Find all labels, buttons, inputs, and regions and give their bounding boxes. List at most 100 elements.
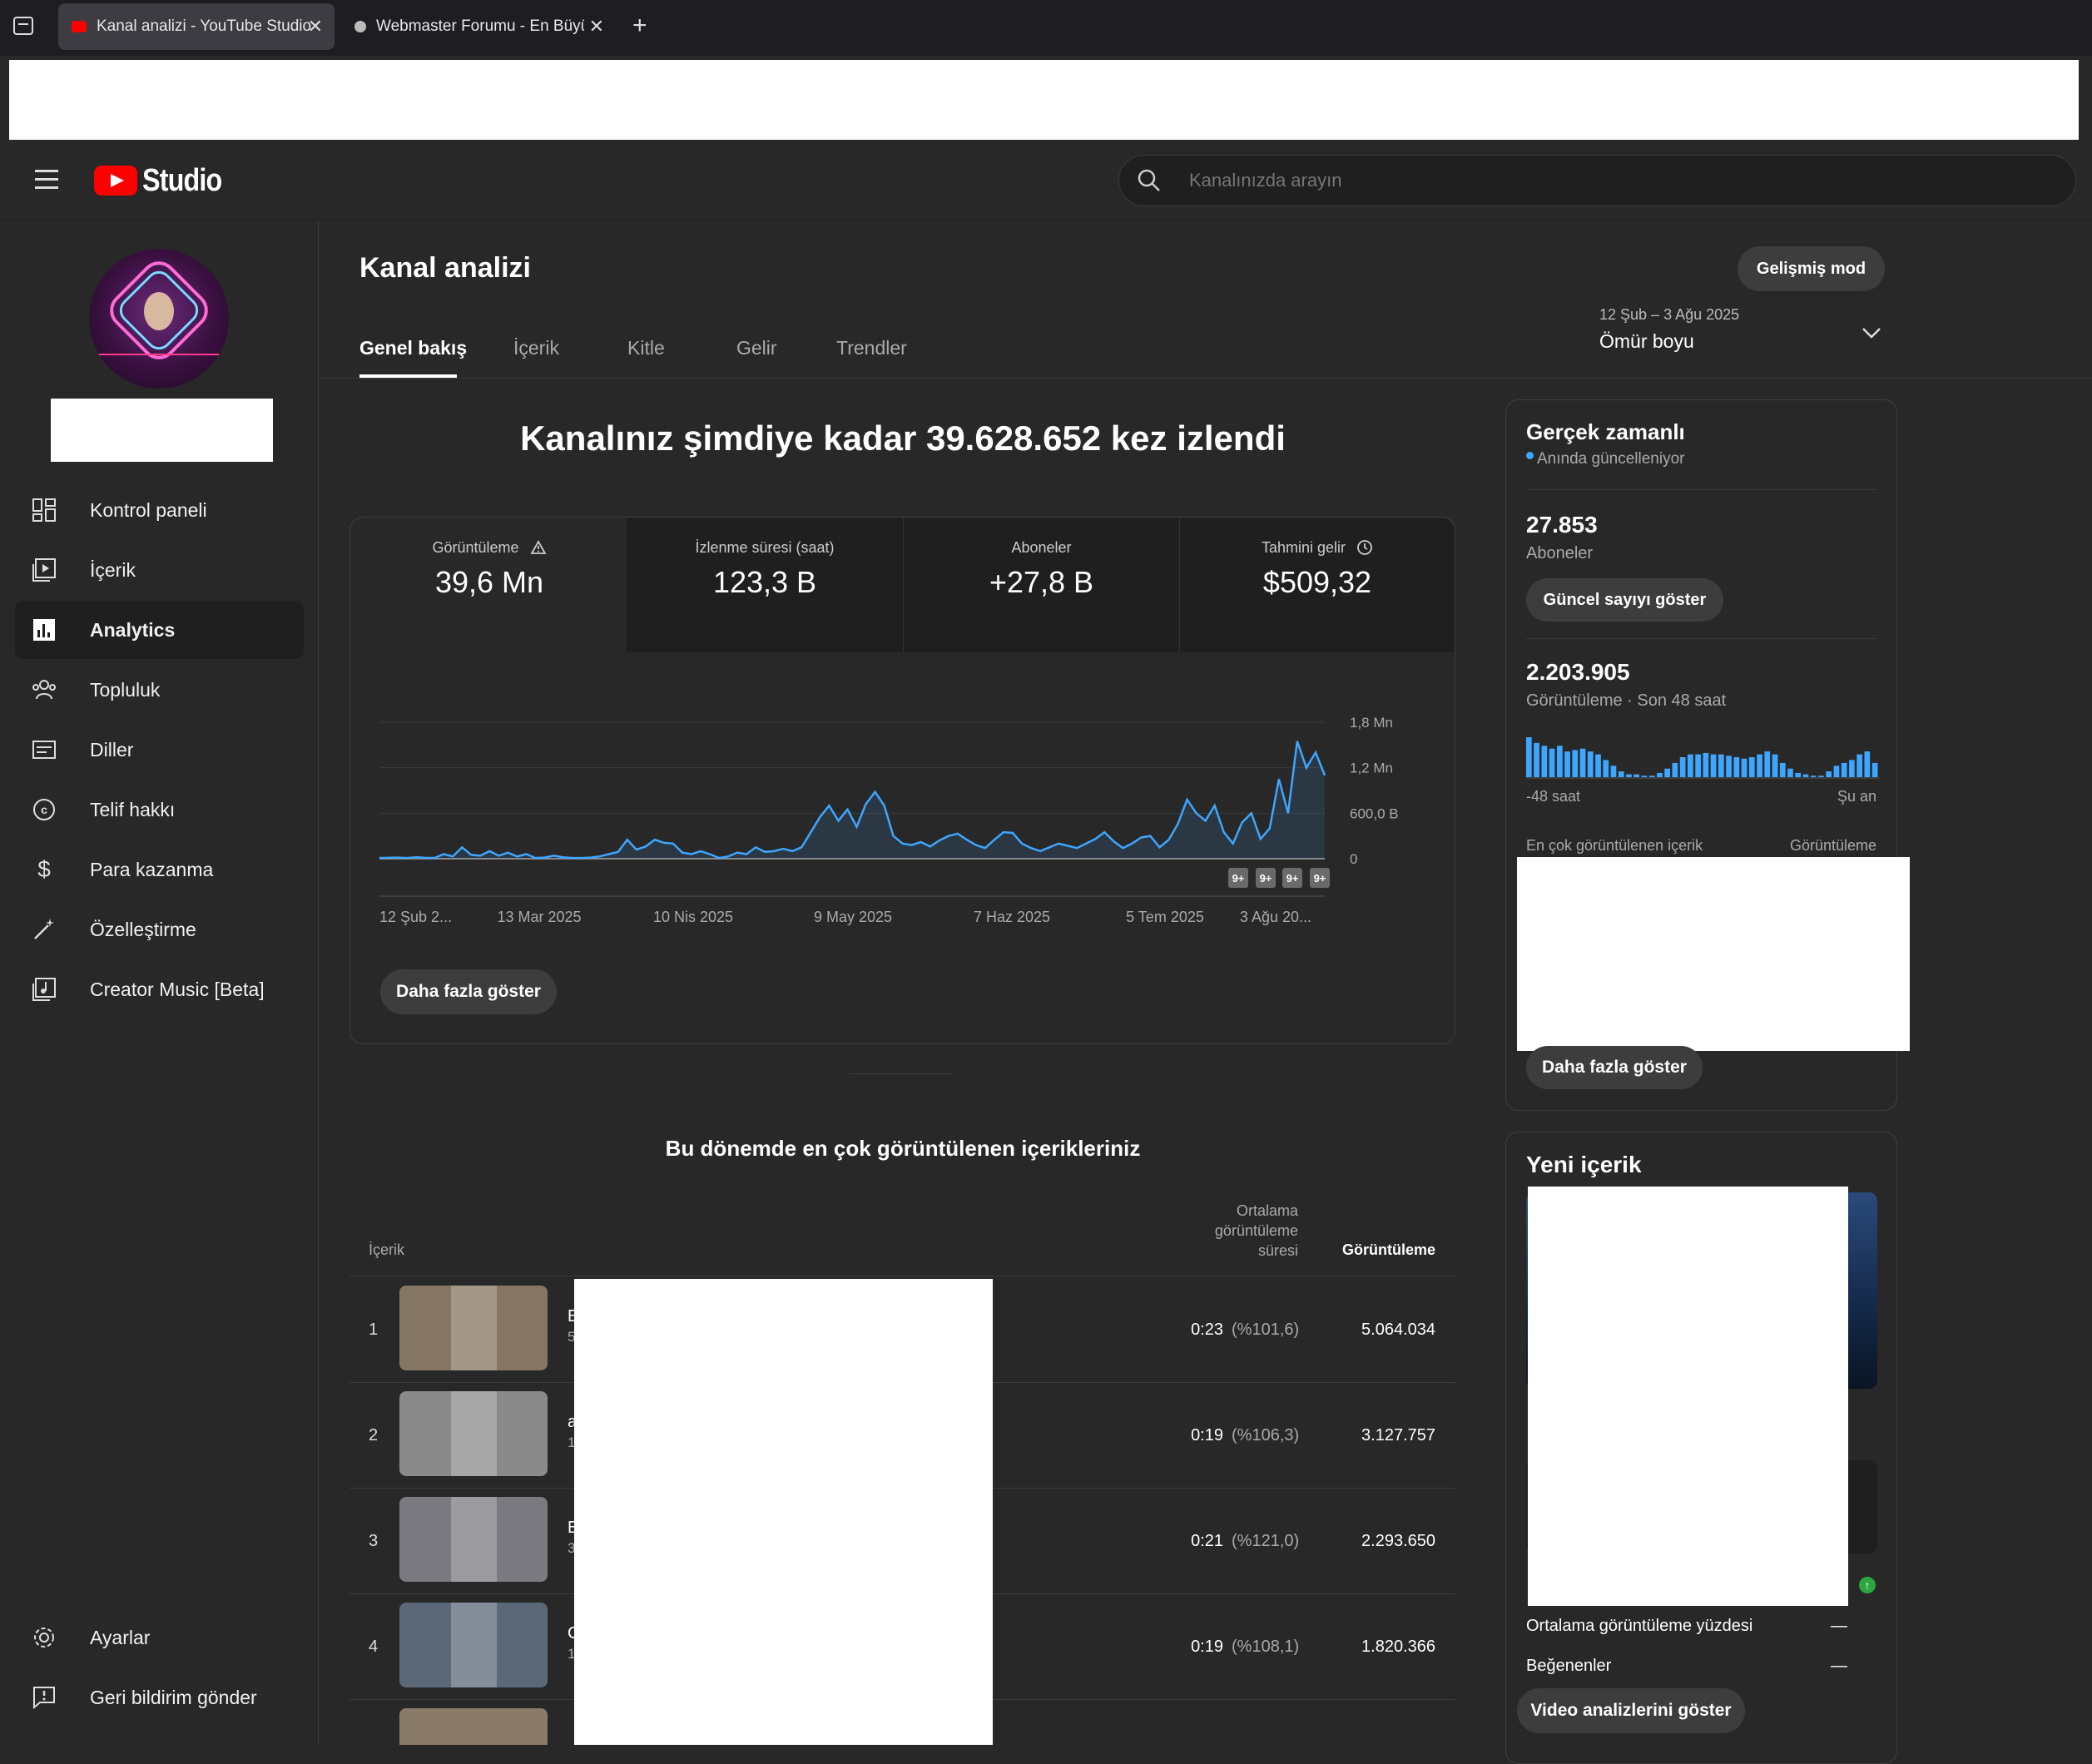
- sidebar-item-customization[interactable]: Özelleştirme: [15, 900, 304, 959]
- sidebar-item-copyright[interactable]: c Telif hakkı: [15, 780, 304, 839]
- realtime-bar[interactable]: [1672, 762, 1678, 777]
- tab-actions-icon[interactable]: [13, 17, 33, 35]
- realtime-bar[interactable]: [1664, 768, 1670, 777]
- realtime-bar[interactable]: [1772, 754, 1778, 777]
- browser-tab-studio[interactable]: Kanal analizi - YouTube Studio ✕: [58, 3, 335, 50]
- realtime-bar[interactable]: [1849, 760, 1855, 777]
- show-video-analytics-button[interactable]: Video analizlerini göster: [1517, 1688, 1745, 1733]
- upload-badge[interactable]: 9+: [1256, 868, 1276, 888]
- video-thumbnail[interactable]: [399, 1708, 548, 1745]
- realtime-bar[interactable]: [1871, 762, 1878, 777]
- realtime-bar[interactable]: [1864, 751, 1871, 777]
- realtime-show-more-button[interactable]: Daha fazla göster: [1526, 1046, 1703, 1089]
- realtime-bar[interactable]: [1657, 772, 1663, 777]
- sidebar-item-dashboard[interactable]: Kontrol paneli: [15, 481, 304, 539]
- realtime-bar[interactable]: [1695, 754, 1701, 777]
- chevron-down-icon: [1862, 328, 1881, 339]
- browser-tab-forum[interactable]: Webmaster Forumu - En Büyük ✕: [341, 3, 616, 50]
- sidebar-item-languages[interactable]: Diller: [15, 721, 304, 779]
- realtime-bar[interactable]: [1557, 746, 1563, 777]
- realtime-bar[interactable]: [1733, 757, 1740, 777]
- show-more-button[interactable]: Daha fazla göster: [380, 969, 557, 1014]
- realtime-bar[interactable]: [1541, 746, 1548, 777]
- realtime-bar[interactable]: [1579, 748, 1586, 777]
- realtime-bar[interactable]: [1688, 754, 1693, 777]
- realtime-bar[interactable]: [1526, 737, 1532, 777]
- column-header-views[interactable]: Görüntüleme: [1323, 1241, 1435, 1259]
- video-thumbnail[interactable]: [399, 1603, 548, 1687]
- realtime-bar[interactable]: [1587, 751, 1594, 777]
- realtime-bar[interactable]: [1633, 774, 1639, 777]
- realtime-bar[interactable]: [1757, 754, 1762, 777]
- realtime-bar[interactable]: [1748, 757, 1755, 777]
- realtime-bar[interactable]: [1718, 754, 1724, 777]
- upload-badge[interactable]: 9+: [1310, 868, 1330, 888]
- date-range-selector[interactable]: 12 Şub – 3 Ağu 2025 Ömür boyu: [1599, 306, 1882, 364]
- realtime-bar[interactable]: [1764, 751, 1771, 777]
- close-tab-icon[interactable]: ✕: [589, 16, 604, 37]
- realtime-bar[interactable]: [1726, 756, 1732, 777]
- metric-subscribers[interactable]: Aboneler +27,8 B: [903, 518, 1179, 652]
- redacted-realtime-content: [1517, 857, 1910, 1051]
- metric-revenue[interactable]: Tahmini gelir $509,32: [1179, 518, 1455, 652]
- channel-avatar[interactable]: [89, 249, 229, 389]
- sidebar-item-feedback[interactable]: Geri bildirim gönder: [15, 1668, 304, 1727]
- realtime-bar[interactable]: [1603, 760, 1609, 777]
- realtime-bar[interactable]: [1795, 772, 1802, 777]
- realtime-bar[interactable]: [1610, 766, 1617, 777]
- realtime-bar[interactable]: [1826, 771, 1832, 777]
- realtime-bar[interactable]: [1595, 754, 1601, 777]
- video-thumbnail[interactable]: [399, 1497, 548, 1582]
- metric-watch-time[interactable]: İzlenme süresi (saat) 123,3 B: [627, 518, 903, 652]
- close-tab-icon[interactable]: ✕: [308, 16, 323, 37]
- realtime-bar[interactable]: [1641, 775, 1648, 777]
- realtime-bar[interactable]: [1710, 754, 1717, 777]
- realtime-bar[interactable]: [1802, 774, 1809, 777]
- upload-badge[interactable]: 9+: [1282, 868, 1302, 888]
- new-tab-button[interactable]: +: [632, 12, 647, 40]
- sidebar-item-analytics[interactable]: Analytics: [15, 601, 304, 659]
- realtime-bar[interactable]: [1857, 754, 1862, 777]
- realtime-bar[interactable]: [1810, 775, 1817, 777]
- column-header-avg-duration[interactable]: Ortalama görüntüleme süresi: [1190, 1201, 1298, 1261]
- tab-trends[interactable]: Trendler: [836, 337, 907, 359]
- realtime-bar[interactable]: [1534, 742, 1539, 777]
- realtime-bar[interactable]: [1648, 775, 1655, 777]
- series-area: [379, 741, 1325, 859]
- realtime-bar[interactable]: [1779, 762, 1786, 777]
- menu-icon[interactable]: [35, 170, 60, 190]
- youtube-studio-logo[interactable]: Studio: [94, 163, 235, 198]
- video-thumbnail[interactable]: [399, 1286, 548, 1370]
- realtime-bar[interactable]: [1572, 750, 1579, 777]
- advanced-mode-button[interactable]: Gelişmiş mod: [1738, 246, 1885, 291]
- search-bar[interactable]: [1118, 155, 2076, 206]
- tab-audience[interactable]: Kitle: [627, 337, 665, 359]
- realtime-bar[interactable]: [1787, 768, 1793, 777]
- sidebar-item-settings[interactable]: Ayarlar: [15, 1608, 304, 1667]
- tab-content[interactable]: İçerik: [513, 337, 559, 359]
- realtime-bar[interactable]: [1818, 775, 1824, 777]
- realtime-bar[interactable]: [1626, 774, 1632, 777]
- realtime-bar[interactable]: [1841, 762, 1847, 777]
- sidebar-item-content[interactable]: İçerik: [15, 541, 304, 599]
- realtime-bar[interactable]: [1741, 758, 1747, 777]
- tab-overview[interactable]: Genel bakış: [359, 337, 467, 359]
- tab-revenue[interactable]: Gelir: [736, 337, 777, 359]
- realtime-bar[interactable]: [1549, 748, 1555, 777]
- upload-badge[interactable]: 9+: [1228, 868, 1248, 888]
- video-thumbnail[interactable]: [399, 1391, 548, 1476]
- community-icon: [30, 676, 58, 704]
- realtime-bar[interactable]: [1679, 757, 1686, 777]
- sidebar-item-creator-music[interactable]: Creator Music [Beta]: [15, 960, 304, 1018]
- metric-views[interactable]: Görüntüleme 39,6 Mn: [351, 518, 627, 652]
- sidebar-item-monetization[interactable]: $ Para kazanma: [15, 840, 304, 899]
- realtime-bar[interactable]: [1703, 752, 1709, 777]
- likes-value: —: [1831, 1657, 1847, 1675]
- realtime-bar-chart: [1526, 737, 1880, 779]
- realtime-bar[interactable]: [1564, 751, 1570, 777]
- realtime-bar[interactable]: [1833, 766, 1840, 777]
- realtime-bar[interactable]: [1618, 771, 1624, 777]
- sidebar-item-community[interactable]: Topluluk: [15, 661, 304, 719]
- show-current-count-button[interactable]: Güncel sayıyı göster: [1526, 578, 1723, 622]
- search-input[interactable]: [1189, 166, 2021, 196]
